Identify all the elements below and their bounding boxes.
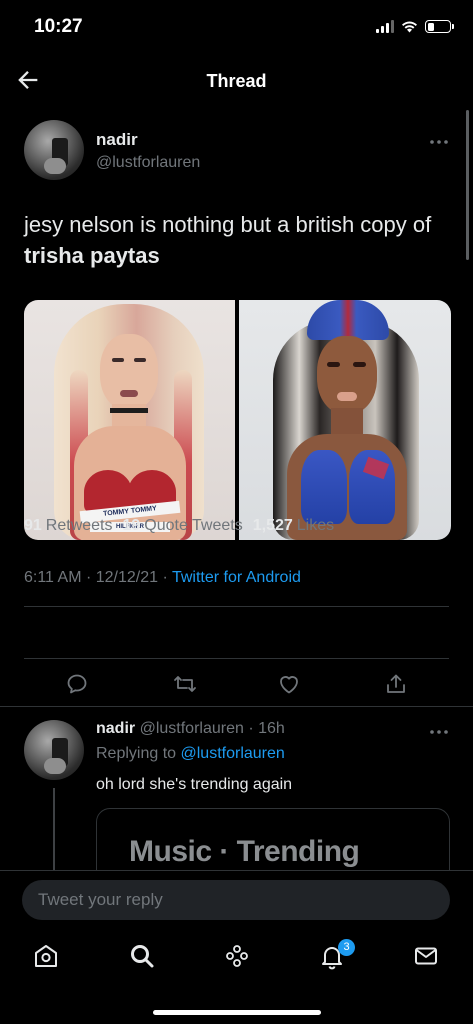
share-icon[interactable] (384, 672, 408, 696)
tab-bar: 3 (0, 928, 473, 1024)
trending-card[interactable]: Music · Trending (96, 808, 450, 870)
card-text: Music · Trending (129, 835, 360, 868)
messages-icon[interactable] (412, 942, 440, 970)
search-icon[interactable] (128, 942, 156, 970)
tweet-text: jesy nelson is nothing but a british cop… (24, 209, 444, 271)
reply-input[interactable]: Tweet your reply (22, 880, 450, 920)
author-name[interactable]: nadir (96, 130, 138, 150)
status-icons (376, 20, 454, 33)
thread-line (53, 788, 55, 870)
retweet-icon[interactable] (173, 672, 197, 696)
compose-bar: Tweet your reply (0, 870, 473, 928)
divider (24, 606, 449, 607)
wifi-icon (402, 21, 417, 33)
replying-to: Replying to @lustforlauren (96, 745, 285, 763)
page-title: Thread (206, 71, 267, 91)
retweets-stat[interactable]: 91 Retweets (24, 517, 113, 535)
signal-icon (376, 20, 394, 33)
more-options-icon[interactable] (429, 728, 449, 736)
reply-text: oh lord she's trending again (96, 776, 293, 793)
thread-header: Thread (0, 56, 473, 106)
reply-tweet[interactable]: nadir @lustforlauren · 16h Replying to @… (0, 706, 473, 870)
reply-icon[interactable] (65, 672, 89, 696)
battery-icon (425, 20, 454, 33)
tweet-timestamp: 6:11 AM · 12/12/21 · (24, 569, 172, 586)
scrollbar[interactable] (466, 110, 469, 260)
media-brand-text-2: TOMMY (130, 505, 158, 515)
author-handle[interactable]: @lustforlauren (96, 154, 200, 172)
tweet-actions (0, 658, 473, 710)
tweet-meta: 6:11 AM · 12/12/21 · Twitter for Android (24, 569, 301, 587)
spaces-icon[interactable] (223, 942, 251, 970)
avatar[interactable] (24, 720, 84, 780)
battery-level (427, 22, 434, 31)
reply-header: nadir @lustforlauren · 16h (96, 720, 285, 738)
replying-prefix: Replying to (96, 745, 181, 762)
quotes-stat[interactable]: 19 Quote Tweets (123, 517, 243, 535)
replying-handle-link[interactable]: @lustforlauren (181, 745, 285, 762)
media-image-left[interactable]: TOMMY TOMMY HILFIGER (24, 300, 235, 540)
status-time: 10:27 (34, 16, 83, 37)
tweet-source-link[interactable]: Twitter for Android (172, 569, 301, 586)
home-indicator[interactable] (153, 1010, 321, 1015)
avatar[interactable] (24, 120, 84, 180)
likes-stat[interactable]: 1,527 Likes (253, 517, 334, 535)
more-options-icon[interactable] (429, 138, 449, 146)
tweet-stats: 91 Retweets 19 Quote Tweets 1,527 Likes (24, 517, 334, 535)
media-image-right[interactable] (239, 300, 451, 540)
reply-handle-time: @lustforlauren · 16h (139, 720, 285, 737)
tweet-text-plain: jesy nelson is nothing but a british cop… (24, 212, 432, 237)
tweet-text-bold: trisha paytas (24, 243, 160, 268)
notification-badge: 3 (338, 939, 355, 956)
status-bar: 10:27 (0, 0, 473, 56)
like-icon[interactable] (277, 672, 301, 696)
home-icon[interactable] (32, 942, 60, 970)
tweet-media[interactable]: TOMMY TOMMY HILFIGER (24, 300, 451, 540)
reply-author-name[interactable]: nadir (96, 720, 135, 737)
